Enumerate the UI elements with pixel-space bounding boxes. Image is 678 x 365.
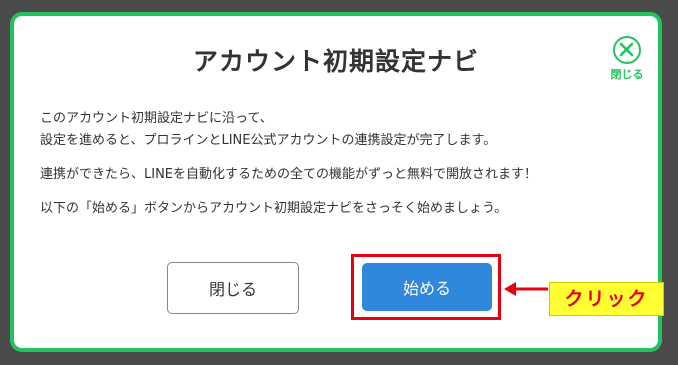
modal-body: このアカウント初期設定ナビに沿って、 設定を進めると、プロラインとLINE公式ア… bbox=[40, 108, 640, 220]
body-paragraph-4: 以下の「始める」ボタンからアカウント初期設定ナビをさっそく始めましょう。 bbox=[40, 201, 508, 216]
close-icon-label[interactable]: 閉じる bbox=[602, 66, 652, 82]
body-paragraph-1: このアカウント初期設定ナビに沿って、 bbox=[40, 111, 273, 126]
arrow-left-icon bbox=[504, 279, 550, 303]
close-button[interactable]: 閉じる bbox=[167, 262, 299, 314]
modal-title: アカウント初期設定ナビ bbox=[192, 47, 479, 76]
close-icon-button[interactable]: 閉じる bbox=[602, 36, 652, 82]
close-circle-icon[interactable] bbox=[613, 36, 641, 64]
body-paragraph-3: 連携ができたら、LINEを自動化するための全ての機能がずっと無料で開放されます！ bbox=[40, 167, 538, 182]
body-paragraph-2: 設定を進めると、プロラインとLINE公式アカウントの連携設定が完了します。 bbox=[40, 133, 497, 148]
start-button[interactable]: 始める bbox=[362, 263, 492, 311]
click-callout-label: クリック bbox=[549, 282, 664, 316]
